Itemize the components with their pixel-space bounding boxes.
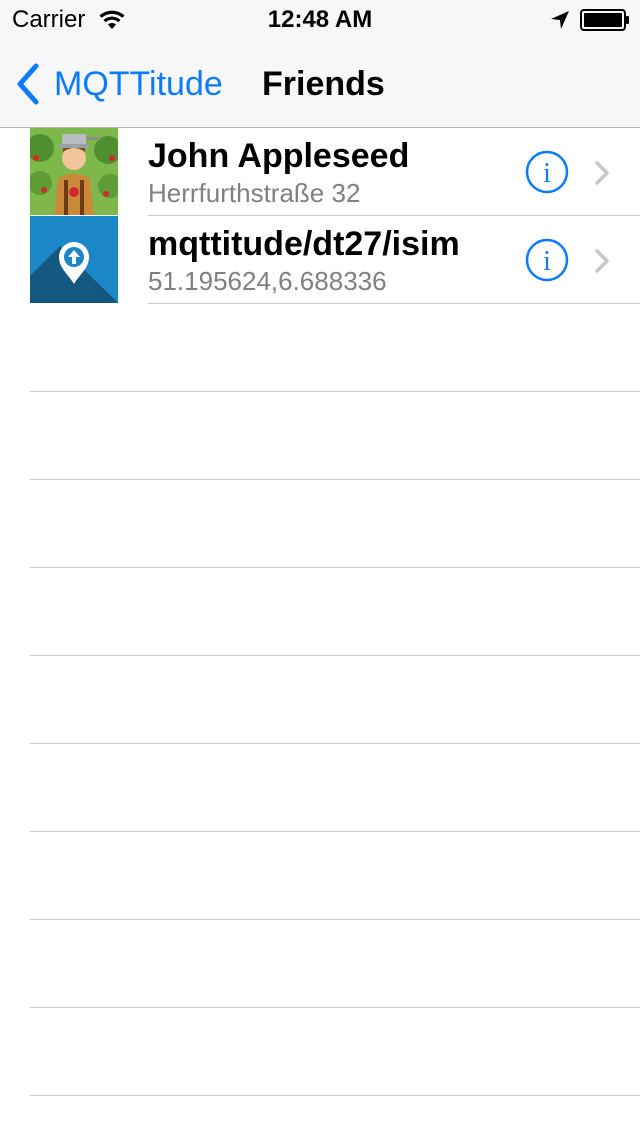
- navigation-bar: MQTTitude Friends: [0, 40, 640, 128]
- svg-text:i: i: [543, 158, 551, 189]
- battery-full-icon: [580, 9, 629, 31]
- empty-row-separator: [30, 655, 640, 656]
- row-separator: [148, 303, 640, 304]
- empty-row-separator: [30, 919, 640, 920]
- info-icon[interactable]: i: [525, 238, 569, 282]
- friend-name: John Appleseed: [148, 137, 410, 175]
- empty-row-separator: [30, 567, 640, 568]
- john-appleseed-avatar: [30, 128, 118, 215]
- empty-row-separator: [30, 479, 640, 480]
- empty-row-separator: [30, 391, 640, 392]
- chevron-right-icon: [595, 249, 609, 273]
- empty-row-separator: [30, 1095, 640, 1096]
- status-time: 12:48 AM: [267, 6, 373, 33]
- empty-row-separator: [30, 831, 640, 832]
- empty-row-separator: [30, 1007, 640, 1008]
- info-icon[interactable]: i: [525, 150, 569, 194]
- top-bar: Carrier 12:48 AM MQTTitude Friends: [0, 0, 640, 128]
- friend-location: 51.195624,6.688336: [148, 266, 387, 296]
- mqttitude-logo-avatar: [30, 216, 118, 303]
- friend-row-john-appleseed[interactable]: John Appleseed Herrfurthstraße 32 i: [0, 128, 640, 216]
- friend-row-mqttitude[interactable]: mqttitude/dt27/isim 51.195624,6.688336 i: [0, 216, 640, 304]
- friend-location: Herrfurthstraße 32: [148, 178, 361, 208]
- chevron-left-icon: [17, 63, 39, 105]
- avatar: [30, 216, 118, 303]
- back-button[interactable]: MQTTitude: [14, 62, 223, 106]
- page-title: Friends: [262, 65, 385, 103]
- location-arrow-icon: [551, 11, 569, 29]
- friends-list: John Appleseed Herrfurthstraße 32 i mqtt…: [0, 128, 640, 304]
- svg-text:i: i: [543, 246, 551, 277]
- status-bar: Carrier 12:48 AM: [0, 0, 640, 40]
- friend-name: mqttitude/dt27/isim: [148, 225, 460, 263]
- back-button-label: MQTTitude: [54, 65, 223, 103]
- avatar: [30, 128, 118, 215]
- empty-row-separator: [30, 743, 640, 744]
- chevron-right-icon: [595, 161, 609, 185]
